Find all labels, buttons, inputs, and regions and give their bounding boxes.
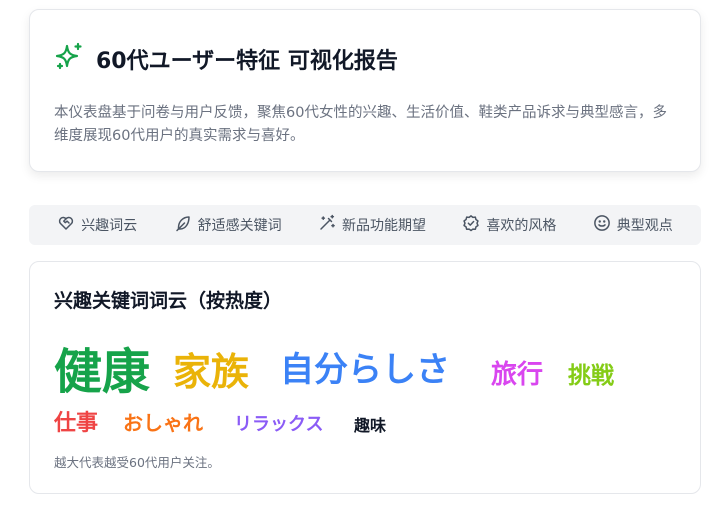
word-work: 仕事 [54,411,99,436]
tab-typical-opinions[interactable]: 典型观点 [593,214,673,236]
tab-interest-cloud[interactable]: 兴趣词云 [57,214,137,236]
report-title-row: 60代ユーザー特征 可视化报告 [54,42,398,76]
word-family: 家族 [173,350,250,394]
check-badge-icon [462,214,480,236]
word-relax: リラックス [234,414,324,435]
tab-comfort-keywords[interactable]: 舒适感关键词 [174,214,282,236]
feather-icon [174,214,192,236]
tab-label: 兴趣词云 [81,218,138,234]
word-fashion: おしゃれ [123,411,203,435]
report-description: 本仪表盘基于问卷与用户反馈，聚焦60代女性的兴趣、生活价值、鞋类产品诉求与典型感… [54,105,667,144]
tab-label: 喜欢的风格 [486,218,557,234]
tab-label: 舒适感关键词 [197,218,282,234]
word-health: 健康 [54,344,151,400]
word-travel: 旅行 [491,360,544,390]
word-challenge: 挑戦 [568,363,614,389]
tab-label: 典型观点 [616,218,673,234]
word-hobby: 趣味 [354,416,387,435]
section-tab-bar: 兴趣词云 舒适感关键词 新品功能期望 喜欢的风格 典型观点 [29,205,701,245]
word-authenticity: 自分らしさ [280,350,450,390]
report-header-card: 60代ユーザー特征 可视化报告 本仪表盘基于问卷与用户反馈，聚焦60代女性的兴趣… [29,9,701,172]
heart-handshake-icon [57,214,75,236]
wordcloud-title: 兴趣关键词词云（按热度） [54,290,283,312]
sparkles-icon [54,42,84,76]
magic-wand-icon [318,214,336,236]
tab-label: 新品功能期望 [341,218,426,234]
wordcloud-card: 兴趣关键词词云（按热度） 健康 家族 自分らしさ 旅行 挑戦 仕事 おしゃれ リ… [29,261,701,494]
tab-new-feature-expectations[interactable]: 新品功能期望 [318,214,426,236]
smile-icon [593,214,611,236]
tab-favorite-styles[interactable]: 喜欢的风格 [462,214,556,236]
page-title: 60代ユーザー特征 可视化报告 [96,49,398,74]
wordcloud-note: 越大代表越受60代用户关注。 [54,455,220,470]
